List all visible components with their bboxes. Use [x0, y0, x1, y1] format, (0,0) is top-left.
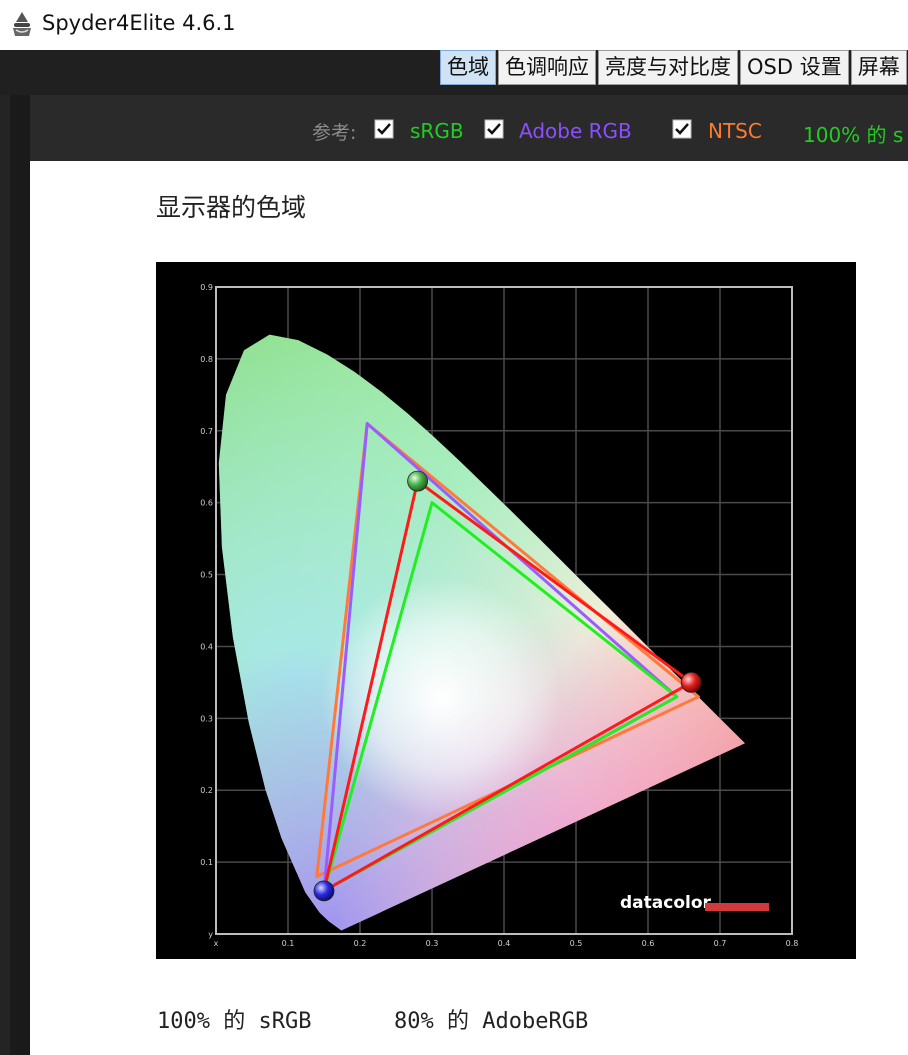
srgb-checkbox[interactable]: [374, 119, 394, 139]
cie-gamut-chart: x 0.1 0.2 0.3 0.4 0.5 0.6 0.7 0.8 y 0.1 0.2 0.3 0.4 0.…: [156, 262, 856, 959]
title-bar: Spyder4Elite 4.6.1: [0, 0, 908, 50]
x-tick-label: 0.4: [498, 939, 511, 948]
y-tick-label: 0.2: [200, 786, 213, 795]
x-tick-label: 0.7: [714, 939, 727, 948]
datacolor-logo-bar: [705, 903, 769, 911]
y-tick-label: y: [208, 930, 213, 939]
blue-primary-marker: [313, 880, 335, 902]
adobe-rgb-label[interactable]: Adobe RGB: [519, 119, 632, 143]
page-title: 显示器的色域: [156, 193, 307, 222]
tab-strip: 色域 色调响应 亮度与对比度 OSD 设置 屏幕: [440, 50, 908, 85]
y-tick-label: 0.8: [200, 355, 213, 364]
x-tick-label: 0.6: [642, 939, 655, 948]
reference-label: 参考:: [312, 122, 357, 144]
y-tick-label: 0.3: [200, 714, 213, 723]
tab-tone-response[interactable]: 色调响应: [498, 50, 596, 85]
srgb-coverage-summary: 100% 的 sRGB: [157, 1009, 312, 1034]
y-tick-label: 0.9: [200, 283, 213, 292]
ntsc-label[interactable]: NTSC: [708, 119, 762, 143]
x-tick-label: 0.2: [354, 939, 367, 948]
red-primary-marker: [680, 671, 702, 693]
tab-gamut[interactable]: 色域: [440, 50, 496, 85]
x-tick-label: x: [214, 939, 219, 948]
adobe-rgb-checkbox[interactable]: [484, 119, 504, 139]
y-tick-label: 0.1: [200, 858, 213, 867]
green-primary-marker: [407, 470, 429, 492]
tab-brightness-contrast[interactable]: 亮度与对比度: [598, 50, 738, 85]
y-tick-label: 0.7: [200, 427, 213, 436]
adobe-rgb-coverage-summary: 80% 的 AdobeRGB: [394, 1009, 589, 1034]
x-tick-label: 0.1: [282, 939, 295, 948]
tab-screen[interactable]: 屏幕: [850, 50, 907, 85]
y-tick-label: 0.6: [200, 499, 213, 508]
datacolor-watermark: datacolor: [620, 893, 712, 913]
window-title: Spyder4Elite 4.6.1: [42, 11, 236, 35]
x-tick-label: 0.5: [570, 939, 583, 948]
srgb-label[interactable]: sRGB: [410, 119, 464, 143]
x-tick-label: 0.3: [426, 939, 439, 948]
left-panel: [0, 95, 30, 1055]
spyder-app-icon: [13, 12, 31, 36]
coverage-text: 100% 的 s: [803, 123, 904, 147]
y-tick-label: 0.4: [200, 642, 213, 651]
ntsc-checkbox[interactable]: [672, 119, 692, 139]
y-tick-label: 0.5: [200, 571, 213, 580]
tab-osd-settings[interactable]: OSD 设置: [740, 50, 849, 85]
x-tick-label: 0.8: [786, 939, 799, 948]
